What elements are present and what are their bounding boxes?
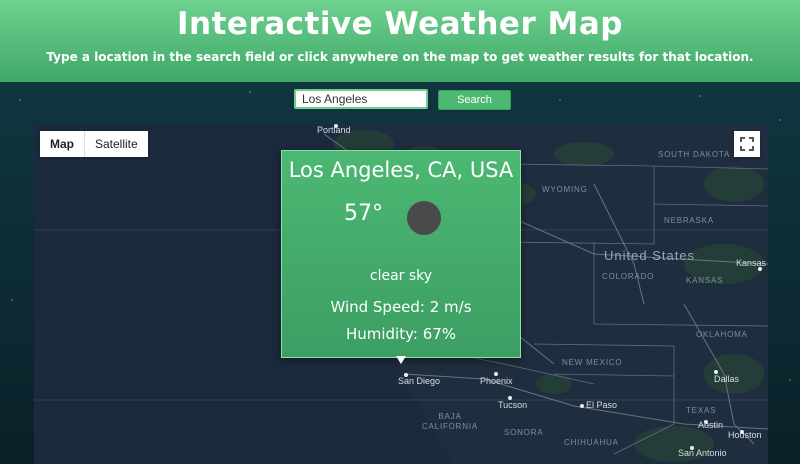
city-label: Portland (317, 125, 351, 135)
map-region-label: SONORA (504, 428, 544, 437)
city-marker (580, 404, 584, 408)
city-label: Kansas (736, 258, 767, 268)
city-label: San Diego (398, 376, 441, 386)
country-label: United States (604, 248, 696, 263)
page-subtitle: Type a location in the search field or c… (46, 50, 754, 64)
city-label: El Paso (586, 400, 618, 410)
weather-wind-speed: Wind Speed: 2 m/s (330, 298, 472, 316)
map-region-label: BAJA CALIFORNIA (421, 412, 478, 431)
fullscreen-icon (740, 137, 754, 151)
map-type-control: Map Satellite (40, 131, 148, 157)
location-search-input[interactable] (294, 89, 428, 109)
map-region-label: CHIHUAHUA (564, 438, 619, 447)
search-button[interactable]: Search (438, 90, 511, 110)
city-label: Dallas (714, 374, 740, 384)
map-region-label: WYOMING (542, 185, 588, 194)
page-header: Interactive Weather Map Type a location … (0, 0, 800, 82)
map-region-label: SOUTH DAKOTA (658, 150, 731, 159)
map-region-label: NEBRASKA (664, 216, 714, 225)
city-label: Tucson (498, 400, 528, 410)
city-label: Austin (698, 420, 724, 430)
search-bar: Search (0, 89, 800, 113)
map-type-map-button[interactable]: Map (40, 131, 85, 157)
weather-condition-icon (407, 201, 441, 235)
map-region-label: TEXAS (686, 406, 717, 415)
weather-humidity: Humidity: 67% (345, 325, 457, 343)
city-label: Phoenix (480, 376, 513, 386)
map-region-label: NEW MEXICO (562, 358, 623, 367)
weather-description: clear sky (369, 268, 433, 284)
map-type-satellite-button[interactable]: Satellite (85, 131, 148, 157)
map-region-label: OKLAHOMA (696, 330, 748, 339)
weather-info-card: Los Angeles, CA, USA 57° clear sky Wind … (281, 150, 521, 358)
city-label: Houston (728, 430, 762, 440)
city-label: San Antonio (678, 448, 727, 458)
weather-temperature: 57° (344, 201, 383, 226)
location-pin-icon[interactable] (396, 356, 406, 364)
map-region-label: KANSAS (686, 276, 724, 285)
weather-location: Los Angeles, CA, USA (288, 158, 514, 182)
map-region-label: COLORADO (602, 272, 655, 281)
fullscreen-button[interactable] (734, 131, 760, 157)
page-title: Interactive Weather Map (177, 6, 623, 42)
